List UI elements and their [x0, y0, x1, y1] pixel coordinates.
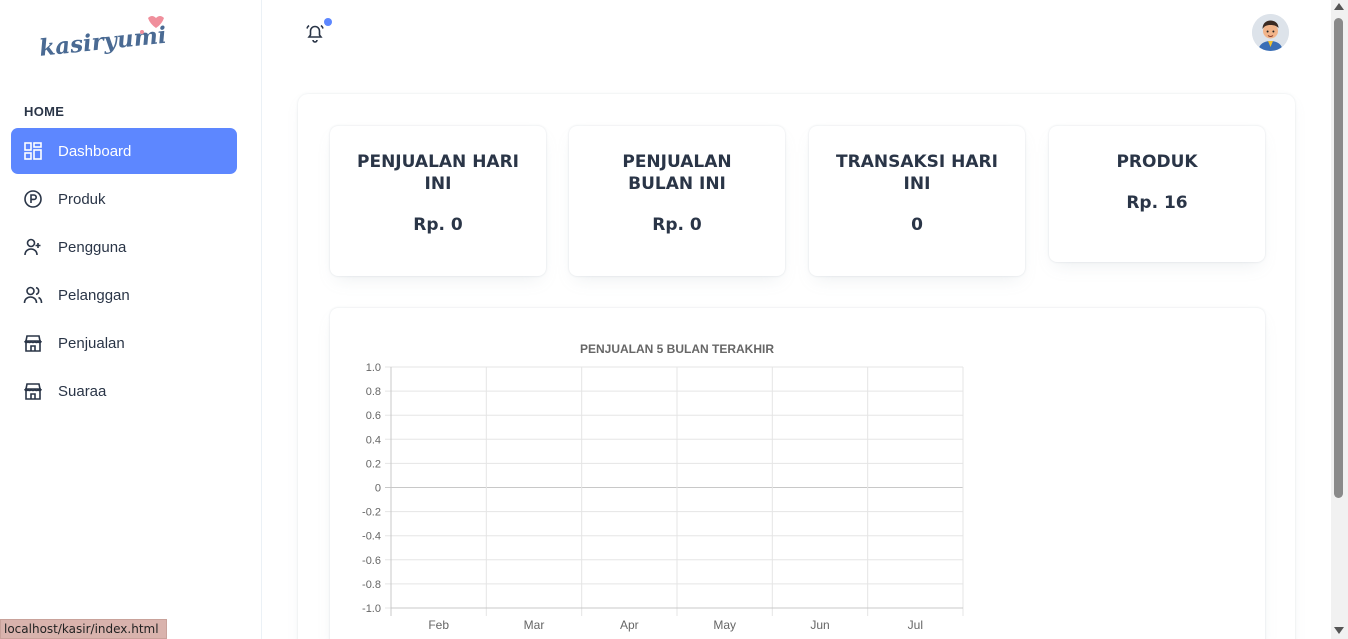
notification-dot — [324, 18, 332, 26]
sidebar-item-dashboard[interactable]: Dashboard — [11, 128, 237, 174]
sidebar-item-label: Suaraa — [58, 382, 107, 400]
stat-card-penjualan-hari-ini: PENJUALAN HARI INI Rp. 0 — [330, 126, 546, 276]
stat-card-produk: PRODUK Rp. 16 — [1049, 126, 1265, 262]
chart-x-tick-label: Mar — [524, 618, 545, 632]
chart-x-tick-label: Jun — [810, 618, 829, 632]
chart-y-tick-label: -0.6 — [362, 555, 381, 567]
chart-y-tick-label: 0.2 — [366, 458, 381, 470]
sidebar-item-label: Produk — [58, 190, 106, 208]
stat-title: PENJUALAN HARI INI — [357, 152, 519, 194]
stat-value: 0 — [911, 215, 923, 235]
stat-card-penjualan-bulan-ini: PENJUALAN BULAN INI Rp. 0 — [569, 126, 785, 276]
sidebar-item-pelanggan[interactable]: Pelanggan — [11, 272, 237, 318]
chart-x-tick-label: May — [713, 618, 736, 632]
chart-y-tick-label: 0.6 — [366, 410, 381, 422]
chart-y-tick-label: 0.8 — [366, 386, 381, 398]
store-icon — [23, 381, 43, 401]
sidebar-item-pengguna[interactable]: Pengguna — [11, 224, 237, 270]
users-icon — [23, 285, 43, 305]
chart-y-tick-label: -0.8 — [362, 579, 381, 591]
scroll-down-arrow-icon[interactable] — [1334, 627, 1344, 634]
scroll-up-arrow-icon[interactable] — [1334, 3, 1344, 10]
sidebar-item-label: Penjualan — [58, 334, 125, 352]
stat-value: Rp. 0 — [652, 215, 702, 235]
chart-y-tick-label: 1.0 — [366, 362, 381, 374]
scrollbar-thumb[interactable] — [1334, 18, 1343, 498]
status-url: localhost/kasir/index.html — [0, 619, 167, 639]
stat-title: PENJUALAN BULAN INI — [622, 152, 732, 194]
chart-title: PENJUALAN 5 BULAN TERAKHIR — [580, 342, 774, 356]
sidebar-item-produk[interactable]: Produk — [11, 176, 237, 222]
sidebar-item-suaraa[interactable]: Suaraa — [11, 368, 237, 414]
sidebar-item-penjualan[interactable]: Penjualan — [11, 320, 237, 366]
kasiryumi-logo[interactable]: kasiryumi — [36, 12, 171, 60]
chart-y-tick-label: -0.4 — [362, 531, 381, 543]
chart-y-tick-label: 0 — [375, 483, 381, 495]
stat-card-transaksi-hari-ini: TRANSAKSI HARI INI 0 — [809, 126, 1025, 276]
stat-title: PRODUK — [1116, 152, 1198, 172]
chart-x-tick-label: Jul — [908, 618, 923, 632]
stat-title: TRANSAKSI HARI INI — [836, 152, 998, 194]
avatar[interactable] — [1252, 14, 1289, 51]
chart-x-tick-label: Feb — [428, 618, 449, 632]
stat-value: Rp. 16 — [1126, 193, 1188, 213]
dashboard-icon — [23, 141, 43, 161]
chart-y-tick-label: -0.2 — [362, 507, 381, 519]
sidebar-item-label: Dashboard — [58, 142, 132, 160]
stat-value: Rp. 0 — [413, 215, 463, 235]
sidebar-item-label: Pengguna — [58, 238, 127, 256]
nav-section-home: HOME — [24, 104, 65, 119]
sidebar-item-label: Pelanggan — [58, 286, 130, 304]
store-icon — [23, 333, 43, 353]
chart-y-tick-label: 0.4 — [366, 434, 381, 446]
sidebar: kasiryumi HOME Dashboard Produk Pengguna — [0, 0, 262, 639]
chart-y-tick-label: -1.0 — [362, 603, 381, 615]
user-plus-icon — [23, 237, 43, 257]
product-circle-p-icon — [23, 189, 43, 209]
chart-x-tick-label: Apr — [620, 618, 639, 632]
svg-text:kasiryumi: kasiryumi — [38, 22, 168, 60]
sales-chart: PENJUALAN 5 BULAN TERAKHIR 1.0 0.8 0.6 0.4 0.… — [362, 342, 964, 632]
